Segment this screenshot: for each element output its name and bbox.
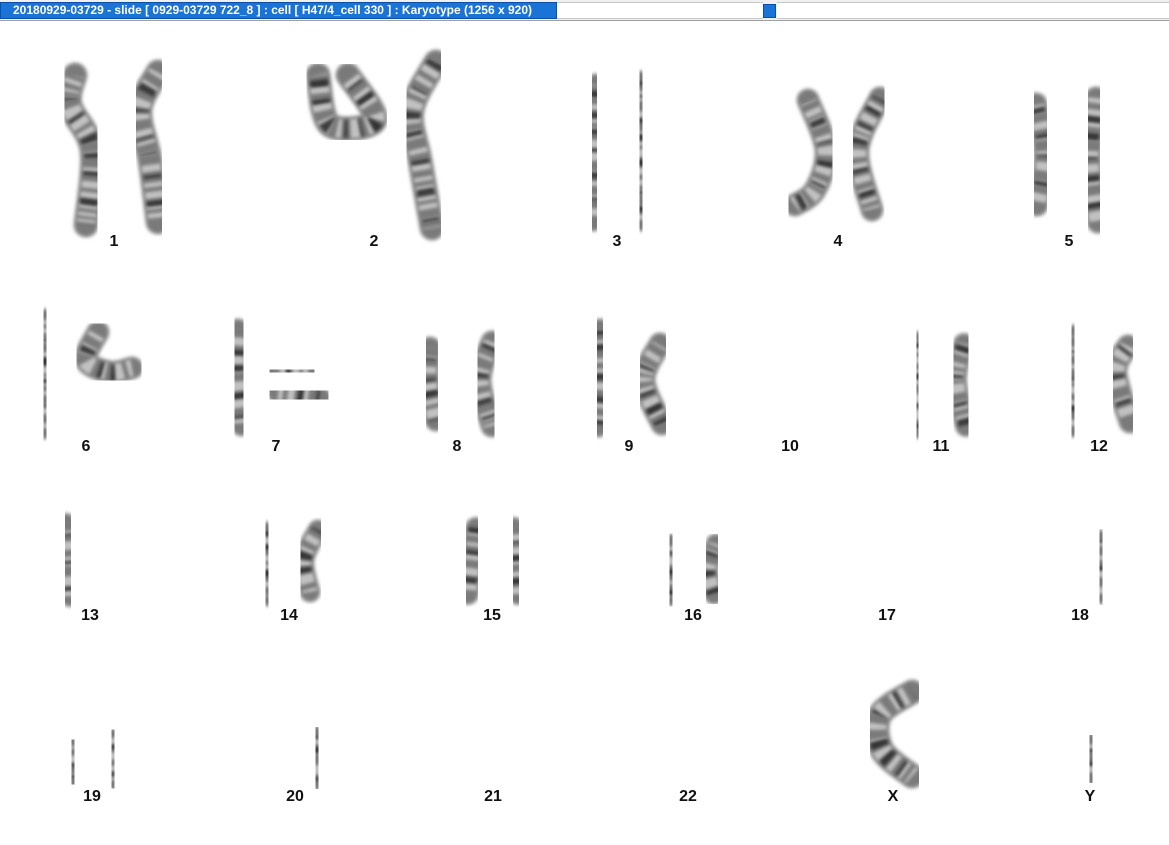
chromosome-14[interactable] xyxy=(255,519,329,607)
title-bar-scroll-thumb[interactable] xyxy=(763,4,776,18)
chromosome-label-20: 20 xyxy=(286,788,304,805)
chromosome-12[interactable] xyxy=(1060,324,1142,438)
chromosome-7[interactable] xyxy=(223,318,332,437)
chromosome-label-21: 21 xyxy=(484,788,502,805)
chromosome-label-15: 15 xyxy=(483,607,501,624)
chromosome-label-y: Y xyxy=(1084,788,1096,805)
chromosome-16[interactable] xyxy=(659,533,727,607)
chromosome-label-2: 2 xyxy=(369,233,379,250)
chromosome-x[interactable] xyxy=(864,679,925,789)
karyotype-window: 20180929-03729 - slide [ 0929-03729 722_… xyxy=(0,0,1169,845)
chromosome-13[interactable] xyxy=(54,512,124,608)
chromosome-19[interactable] xyxy=(61,727,125,791)
window-title-tab[interactable]: 20180929-03729 - slide [ 0929-03729 722_… xyxy=(0,2,557,19)
title-bar: 20180929-03729 - slide [ 0929-03729 722_… xyxy=(0,0,1169,21)
chromosome-label-3: 3 xyxy=(612,233,622,250)
chromosome-2[interactable] xyxy=(305,49,449,241)
chromosome-label-12: 12 xyxy=(1090,438,1108,455)
chromosome-label-14: 14 xyxy=(280,607,298,624)
chromosome-8[interactable] xyxy=(415,330,504,438)
chromosome-label-13: 13 xyxy=(81,607,99,624)
chromosome-17[interactable] xyxy=(855,527,917,607)
chromosome-y[interactable] xyxy=(1080,732,1102,786)
chromosome-label-1: 1 xyxy=(109,233,119,250)
chromosome-11[interactable] xyxy=(905,330,978,440)
chromosome-6[interactable] xyxy=(32,308,144,440)
karyogram-canvas xyxy=(32,49,1142,791)
chromosome-label-4: 4 xyxy=(833,233,843,250)
chromosome-label-19: 19 xyxy=(83,788,101,805)
chromosome-5[interactable] xyxy=(1024,86,1110,234)
chromosome-label-6: 6 xyxy=(81,438,91,455)
chromosome-label-7: 7 xyxy=(271,438,281,455)
chromosome-label-22: 22 xyxy=(679,788,697,805)
chromosome-label-18: 18 xyxy=(1071,607,1089,624)
title-bar-track-right xyxy=(777,2,1169,19)
title-bar-track xyxy=(557,2,763,19)
chromosome-4[interactable] xyxy=(783,86,892,222)
chromosome-18[interactable] xyxy=(1049,529,1113,607)
chromosome-label-10: 10 xyxy=(781,438,799,455)
chromosome-label-5: 5 xyxy=(1064,233,1074,250)
chromosome-label-11: 11 xyxy=(932,438,950,455)
chromosome-10[interactable] xyxy=(756,324,824,440)
chromosome-9[interactable] xyxy=(586,318,674,438)
chromosome-label-x: X xyxy=(887,788,899,805)
chromosome-22[interactable] xyxy=(657,737,721,789)
chromosome-1[interactable] xyxy=(56,59,171,238)
chromosome-label-17: 17 xyxy=(878,607,896,624)
chromosome-label-16: 16 xyxy=(684,607,702,624)
chromosome-20[interactable] xyxy=(261,725,329,791)
chromosome-21[interactable] xyxy=(463,741,525,791)
chromosome-label-8: 8 xyxy=(452,438,462,455)
chromosome-3[interactable] xyxy=(581,70,654,232)
chromosome-label-9: 9 xyxy=(624,438,634,455)
chromosome-15[interactable] xyxy=(456,516,530,606)
